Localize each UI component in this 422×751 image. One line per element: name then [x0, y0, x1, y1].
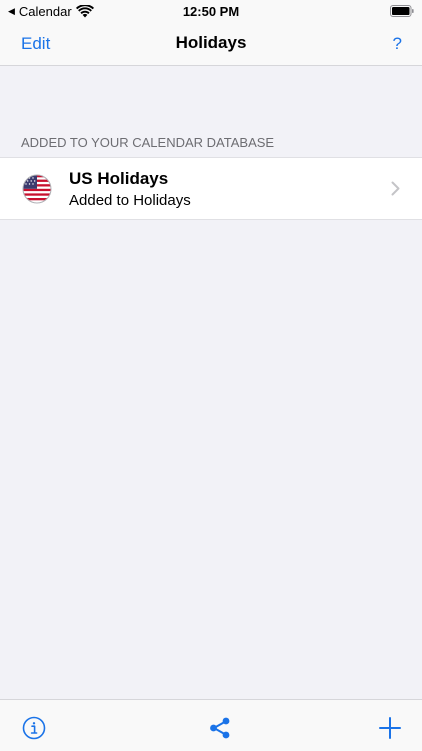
battery-icon: [390, 5, 414, 17]
navigation-bar: Edit Holidays ?: [0, 22, 422, 66]
add-icon[interactable]: [378, 716, 402, 740]
status-time: 12:50 PM: [182, 4, 240, 19]
holiday-list: US Holidays Added to Holidays: [0, 157, 422, 220]
bottom-toolbar: [0, 699, 422, 751]
us-flag-icon: [22, 174, 52, 204]
list-item-us-holidays[interactable]: US Holidays Added to Holidays: [0, 158, 422, 219]
list-item-subtitle: Added to Holidays: [69, 192, 191, 209]
status-bar: ◀ Calendar 12:50 PM: [0, 0, 422, 22]
info-icon[interactable]: [22, 716, 46, 740]
chevron-right-icon: [391, 181, 400, 196]
page-title: Holidays: [175, 33, 247, 52]
section-header: ADDED TO YOUR CALENDAR DATABASE: [21, 135, 275, 150]
help-button[interactable]: ?: [393, 34, 402, 54]
share-icon[interactable]: [208, 716, 232, 740]
list-item-title: US Holidays: [69, 169, 169, 188]
